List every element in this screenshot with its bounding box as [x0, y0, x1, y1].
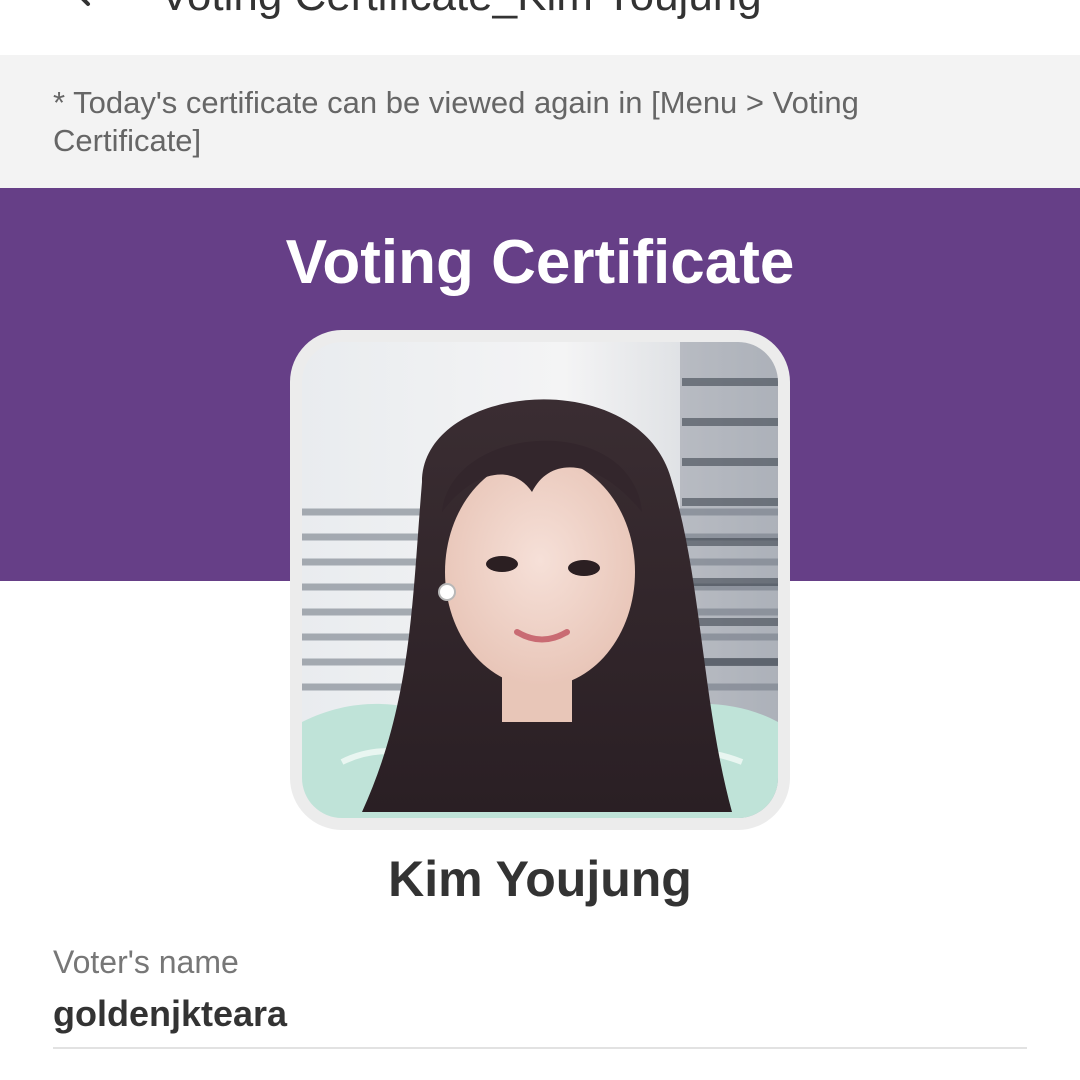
voter-name-label: Voter's name [53, 944, 239, 980]
page-title: Voting Certificate_Kim Youjung [160, 0, 762, 20]
voting-certificate-page: Voting Certificate_Kim Youjung * Today's… [0, 0, 1080, 1080]
voter-name-value: goldenjkteara [53, 993, 288, 1034]
candidate-photo-frame [290, 330, 790, 830]
back-arrow-icon[interactable] [62, 0, 102, 10]
certificate-title: Voting Certificate [285, 228, 795, 297]
notice-text: * Today's certificate can be viewed agai… [53, 85, 859, 158]
app-bar: Voting Certificate_Kim Youjung [0, 0, 1080, 55]
notice-banner: * Today's certificate can be viewed agai… [0, 55, 1080, 188]
divider [53, 1047, 1027, 1049]
candidate-photo [302, 342, 778, 818]
candidate-name: Kim Youjung [388, 851, 692, 907]
